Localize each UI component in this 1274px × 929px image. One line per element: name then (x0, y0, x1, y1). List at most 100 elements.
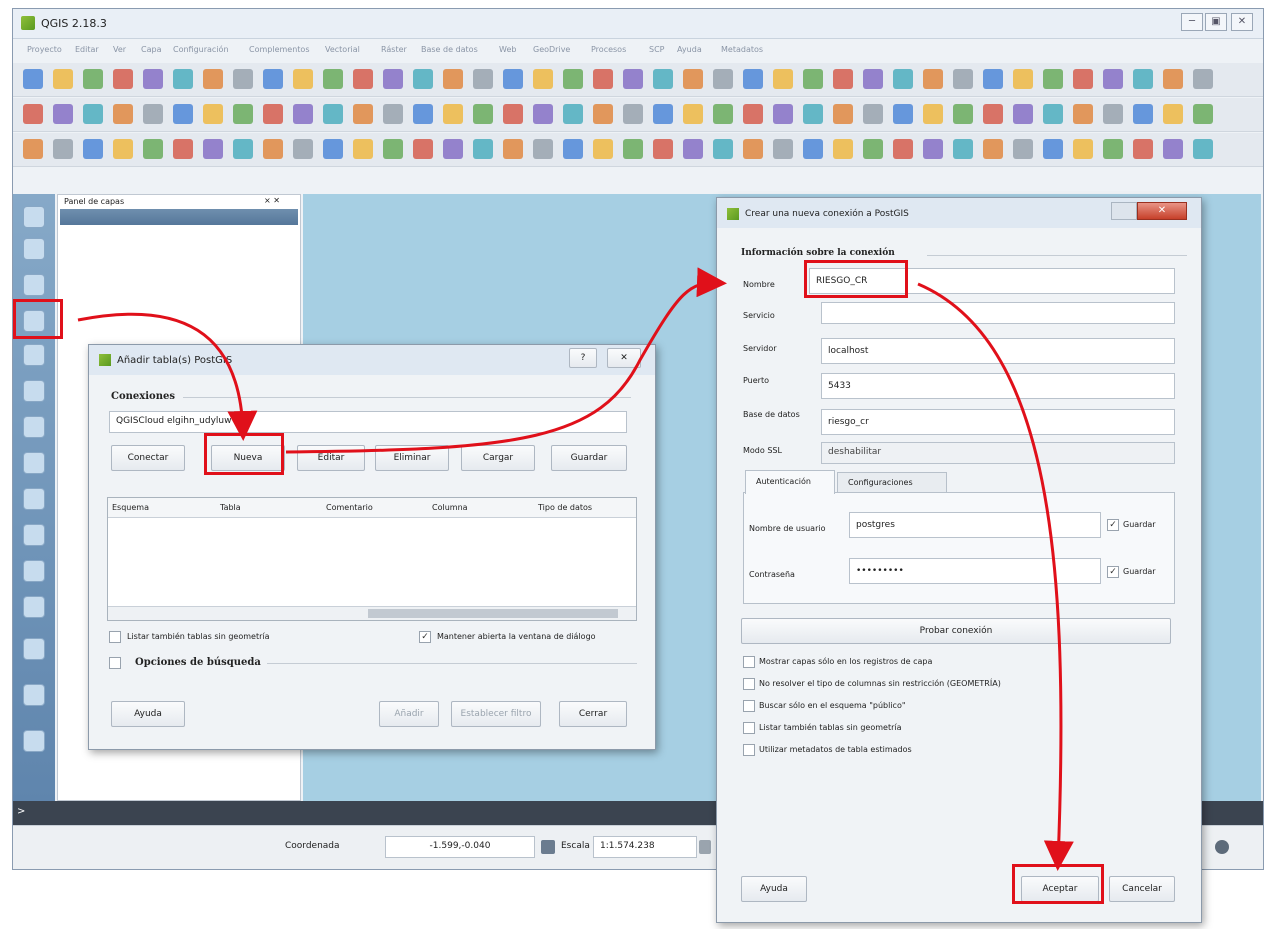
password-field[interactable]: ••••••••• (849, 558, 1101, 584)
delete-connection-button[interactable]: Eliminar (375, 445, 449, 471)
toolbar-tool-icon[interactable] (1193, 104, 1213, 124)
col-datatype[interactable]: Tipo de datos (538, 503, 592, 512)
keep-open-checkbox[interactable]: ✓ (419, 631, 431, 643)
toolbar-tool-icon[interactable] (773, 139, 793, 159)
toolbar-tool-icon[interactable] (593, 104, 613, 124)
tab-configuraciones[interactable]: Configuraciones (837, 472, 947, 493)
menu-proyecto[interactable]: Proyecto (27, 45, 62, 54)
close-button[interactable]: ✕ (1231, 13, 1253, 31)
close-dialog-button[interactable]: Cerrar (559, 701, 627, 727)
minimize-button[interactable]: ─ (1181, 13, 1203, 31)
menu-procesos[interactable]: Procesos (591, 45, 626, 54)
toolbar-tool-icon[interactable] (1163, 104, 1183, 124)
toolbar-tool-icon[interactable] (113, 139, 133, 159)
toolbar-tool-icon[interactable] (893, 69, 913, 89)
toolbar-tool-icon[interactable] (1103, 139, 1123, 159)
toolbar-tool-icon[interactable] (623, 69, 643, 89)
toolbar-tool-icon[interactable] (143, 104, 163, 124)
toolbar-tool-icon[interactable] (173, 69, 193, 89)
toolbar-tool-icon[interactable] (173, 104, 193, 124)
service-field[interactable] (821, 302, 1175, 324)
toolbar-tool-icon[interactable] (383, 104, 403, 124)
toolbar-tool-icon[interactable] (293, 139, 313, 159)
toolbar-tool-icon[interactable] (623, 104, 643, 124)
toolbar-tool-icon[interactable] (443, 69, 463, 89)
save-username-checkbox[interactable]: ✓ (1107, 519, 1119, 531)
toolbar-tool-icon[interactable] (353, 69, 373, 89)
toolbar-tool-icon[interactable] (443, 139, 463, 159)
toolbar-tool-icon[interactable] (503, 104, 523, 124)
scrollbar-thumb[interactable] (368, 609, 618, 618)
toolbar-tool-icon[interactable] (1073, 139, 1093, 159)
toolbar-tool-icon[interactable] (653, 139, 673, 159)
toolbar-tool-icon[interactable] (473, 69, 493, 89)
toolbar-tool-icon[interactable] (503, 139, 523, 159)
save-password-checkbox[interactable]: ✓ (1107, 566, 1119, 578)
toolbar-tool-icon[interactable] (443, 104, 463, 124)
toolbar-tool-icon[interactable] (1073, 69, 1093, 89)
toolbar-tool-icon[interactable] (1133, 69, 1153, 89)
username-field[interactable]: postgres (849, 512, 1101, 538)
option-checkbox-3[interactable] (743, 700, 755, 712)
menu-ayuda[interactable]: Ayuda (677, 45, 702, 54)
add-oracle-layer-icon[interactable] (23, 416, 45, 438)
toolbar-tool-icon[interactable] (923, 104, 943, 124)
toolbar-tool-icon[interactable] (833, 104, 853, 124)
add-spatialite-layer-icon[interactable] (23, 344, 45, 366)
toolbar-tool-icon[interactable] (353, 139, 373, 159)
toolbar-tool-icon[interactable] (923, 69, 943, 89)
edit-connection-button[interactable]: Editar (297, 445, 365, 471)
add-wcs-layer-icon[interactable] (23, 524, 45, 546)
add-wms-layer-icon[interactable] (23, 488, 45, 510)
add-tables-button[interactable]: Añadir (379, 701, 439, 727)
menu-editar[interactable]: Editar (75, 45, 99, 54)
toolbar-tool-icon[interactable] (83, 139, 103, 159)
toolbar-tool-icon[interactable] (893, 139, 913, 159)
option-checkbox-5[interactable] (743, 744, 755, 756)
toolbar-tool-icon[interactable] (503, 69, 523, 89)
toolbar-tool-icon[interactable] (983, 139, 1003, 159)
tables-list[interactable]: Esquema Tabla Comentario Columna Tipo de… (107, 497, 637, 621)
toolbar-tool-icon[interactable] (773, 69, 793, 89)
toolbar-tool-icon[interactable] (1073, 104, 1093, 124)
add-delimited-text-icon[interactable] (23, 274, 45, 296)
toolbar-tool-icon[interactable] (203, 139, 223, 159)
toolbar-tool-icon[interactable] (953, 139, 973, 159)
toolbar-tool-icon[interactable] (413, 69, 433, 89)
toolbar-tool-icon[interactable] (53, 104, 73, 124)
toolbar-tool-icon[interactable] (833, 139, 853, 159)
scale-field[interactable]: 1:1.574.238 (593, 836, 697, 858)
toolbar-tool-icon[interactable] (473, 139, 493, 159)
coordinate-field[interactable]: -1.599,-0.040 (385, 836, 535, 858)
toolbar-tool-icon[interactable] (563, 69, 583, 89)
add-dialog-help-footer-button[interactable]: Ayuda (111, 701, 185, 727)
toolbar-tool-icon[interactable] (683, 139, 703, 159)
load-connections-button[interactable]: Cargar (461, 445, 535, 471)
toolbar-tool-icon[interactable] (1013, 69, 1033, 89)
test-connection-button[interactable]: Probar conexión (741, 618, 1171, 644)
new-spatialite-icon[interactable] (23, 684, 45, 706)
toolbar-tool-icon[interactable] (653, 104, 673, 124)
toolbar-tool-icon[interactable] (323, 139, 343, 159)
toolbar-tool-icon[interactable] (1043, 139, 1063, 159)
option-checkbox-1[interactable] (743, 656, 755, 668)
toolbar-tool-icon[interactable] (593, 139, 613, 159)
toolbar-tool-icon[interactable] (953, 69, 973, 89)
cancel-button[interactable]: Cancelar (1109, 876, 1175, 902)
toolbar-tool-icon[interactable] (713, 104, 733, 124)
toolbar-tool-icon[interactable] (713, 69, 733, 89)
toolbar-tool-icon[interactable] (203, 69, 223, 89)
add-vector-layer-icon[interactable] (23, 206, 45, 228)
toolbar-tool-icon[interactable] (533, 104, 553, 124)
add-wfs-layer-icon[interactable] (23, 560, 45, 582)
new-conn-help-footer-button[interactable]: Ayuda (741, 876, 807, 902)
tab-autenticacion[interactable]: Autenticación (745, 470, 835, 494)
toolbar-tool-icon[interactable] (653, 69, 673, 89)
search-options-toggle[interactable] (109, 657, 121, 669)
menu-metadatos[interactable]: Metadatos (721, 45, 763, 54)
host-field[interactable]: localhost (821, 338, 1175, 364)
toolbar-tool-icon[interactable] (1193, 69, 1213, 89)
toolbar-tool-icon[interactable] (23, 139, 43, 159)
port-field[interactable]: 5433 (821, 373, 1175, 399)
connection-select[interactable]: QGISCloud elgihn_udyluw (109, 411, 627, 433)
